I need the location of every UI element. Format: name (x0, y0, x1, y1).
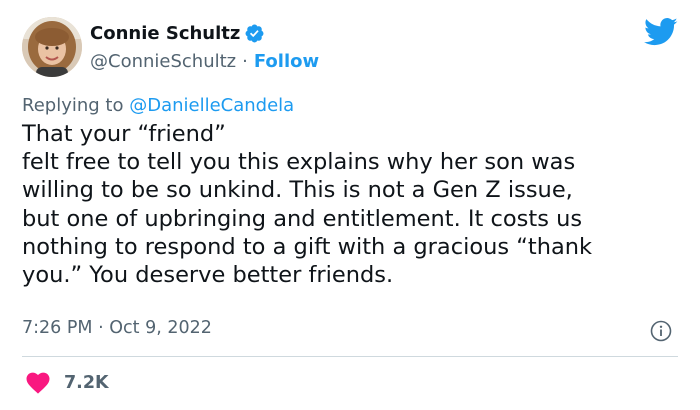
tweet-card: Connie Schultz @ConnieSchultz · Follow R… (0, 0, 700, 410)
avatar[interactable] (22, 17, 82, 77)
divider (22, 356, 678, 357)
replying-to: Replying to @DanielleCandela (22, 95, 294, 116)
follow-button[interactable]: Follow (254, 51, 319, 72)
tweet-body-line: felt free to tell you this explains why … (22, 149, 576, 176)
like-count: 7.2K (64, 373, 109, 393)
tweet-body-line: you.” You deserve better friends. (22, 262, 394, 289)
twitter-bird-icon[interactable] (644, 17, 678, 47)
tweet-body-line: willing to be so unkind. This is not a G… (22, 177, 573, 204)
author-handle-row: @ConnieSchultz · Follow (90, 49, 319, 73)
avatar-photo-icon (22, 17, 82, 77)
tweet-date: Oct 9, 2022 (109, 318, 212, 338)
author-handle[interactable]: @ConnieSchultz (90, 51, 236, 72)
verified-badge-icon (244, 23, 265, 44)
tweet-time: 7:26 PM (22, 318, 93, 338)
timestamp-separator: · (98, 318, 104, 338)
author-name-row: Connie Schultz (90, 21, 265, 45)
tweet-timestamp[interactable]: 7:26 PM · Oct 9, 2022 (22, 318, 212, 338)
replying-to-label: Replying to (22, 95, 130, 116)
reply-mention-link[interactable]: @DanielleCandela (129, 95, 294, 116)
handle-separator: · (242, 50, 248, 72)
tweet-body-line: That your “friend” (22, 121, 226, 147)
info-icon[interactable] (650, 320, 672, 342)
tweet-body-line: nothing to respond to a gift with a grac… (22, 233, 593, 260)
like-button[interactable]: 7.2K (26, 370, 109, 396)
heart-icon (26, 372, 50, 394)
tweet-body-line: but one of upbringing and entitlement. I… (22, 205, 583, 232)
tweet-body: That your “friend” felt free to tell you… (22, 120, 682, 289)
author-display-name[interactable]: Connie Schultz (90, 23, 240, 44)
